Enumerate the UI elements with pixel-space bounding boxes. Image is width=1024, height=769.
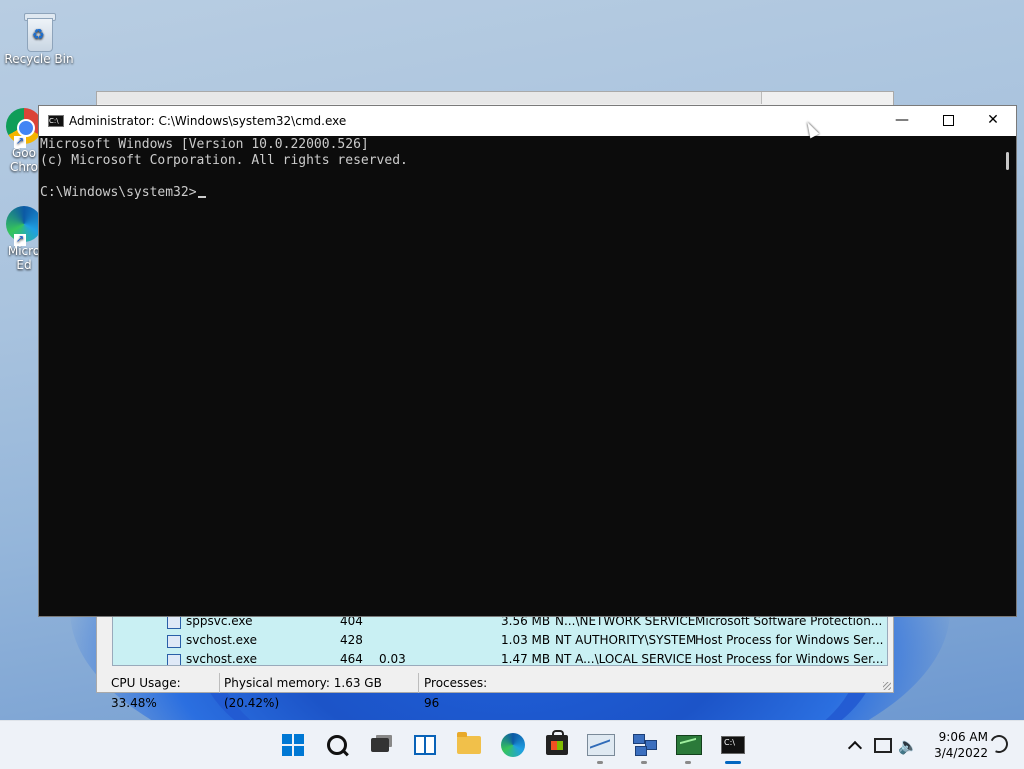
widgets-button[interactable]	[407, 727, 443, 763]
process-pid-cell: 464	[340, 652, 363, 666]
console-line: Microsoft Windows [Version 10.0.22000.52…	[40, 137, 369, 152]
speaker-icon: 🔈	[898, 735, 918, 755]
network-app-button[interactable]	[627, 727, 663, 764]
console-prompt-line[interactable]: C:\Windows\system32>	[40, 185, 998, 201]
status-bar: CPU Usage: 33.48% Physical memory: 1.63 …	[109, 673, 889, 710]
edge-taskbar-button[interactable]	[495, 727, 531, 763]
close-button[interactable]: ✕	[970, 106, 1016, 136]
physical-memory-status: Physical memory: 1.63 GB (20.42%)	[222, 673, 419, 710]
process-icon	[167, 616, 181, 629]
cmd-window[interactable]: C:\ Administrator: C:\Windows\system32\c…	[38, 105, 1017, 617]
clock-date: 3/4/2022	[934, 746, 988, 760]
process-user-cell: NT A...\LOCAL SERVICE	[555, 652, 692, 666]
process-pid-cell: 428	[340, 633, 363, 647]
recycle-bin-label: Recycle Bin	[4, 52, 74, 66]
clock[interactable]: 9:06 AM 3/4/2022	[924, 729, 988, 761]
close-icon: ✕	[987, 112, 999, 128]
network-computers-icon	[633, 734, 657, 756]
running-indicator	[597, 761, 603, 764]
show-hidden-icons-button[interactable]	[846, 721, 862, 769]
process-memory-cell: 1.03 MB	[501, 633, 551, 647]
running-indicator	[641, 761, 647, 764]
focus-assist-icon[interactable]	[987, 732, 1011, 756]
folder-icon	[457, 732, 481, 754]
cmd-window-title: Administrator: C:\Windows\system32\cmd.e…	[69, 114, 347, 128]
text-cursor	[197, 196, 206, 198]
shortcut-arrow-icon: ↗	[14, 136, 26, 148]
process-user-cell: NT AUTHORITY\SYSTEM	[555, 633, 697, 647]
cmd-taskbar-button[interactable]: C:\	[715, 727, 751, 764]
recycle-bin-shortcut[interactable]: ♻ Recycle Bin	[4, 10, 74, 66]
windows-logo-icon	[282, 734, 304, 756]
process-description-cell: Host Process for Windows Ser...	[695, 652, 884, 666]
minimize-icon: —	[895, 112, 909, 128]
store-button[interactable]	[539, 727, 575, 763]
minimize-button[interactable]: —	[879, 106, 925, 136]
performance-monitor-icon	[587, 734, 615, 756]
scrollbar-thumb[interactable]	[1006, 152, 1009, 170]
console-output[interactable]: Microsoft Windows [Version 10.0.22000.52…	[40, 136, 998, 615]
cmd-icon: C:\	[721, 736, 745, 754]
clock-time: 9:06 AM	[938, 730, 988, 744]
start-button[interactable]	[275, 727, 311, 763]
task-manager-tab-strip	[97, 92, 762, 104]
taskbar: C:\ 🔈 9:06 AM 3/4/2022	[0, 720, 1024, 769]
process-description-cell: Host Process for Windows Ser...	[695, 633, 884, 647]
resize-grip[interactable]	[883, 682, 891, 690]
console-prompt: C:\Windows\system32>	[40, 185, 197, 200]
task-view-icon	[371, 738, 389, 752]
console-scrollbar[interactable]	[999, 136, 1016, 615]
desktop: ♻ Recycle Bin ↗ Goo Chro ↗ Micro Ed spps…	[0, 0, 1024, 720]
processes-status: Processes: 96	[424, 676, 488, 710]
table-row[interactable]: svchost.exe 428 1.03 MB NT AUTHORITY\SYSTEM…	[113, 631, 887, 650]
table-row[interactable]: svchost.exe 464 0.03 1.47 MB NT A...\LOCAL S…	[113, 650, 887, 666]
network-status-button[interactable]	[874, 721, 892, 769]
store-icon	[546, 730, 568, 755]
shortcut-arrow-icon: ↗	[14, 234, 26, 246]
process-icon	[167, 654, 181, 665]
task-view-button[interactable]	[362, 727, 398, 763]
cmd-app-icon[interactable]: C:\	[48, 115, 64, 127]
performance-monitor-button[interactable]	[583, 727, 619, 764]
active-indicator	[725, 761, 741, 764]
widgets-icon	[414, 735, 436, 755]
process-list[interactable]: sppsvc.exe 404 3.56 MB N...\NETWORK SERVICE…	[112, 612, 888, 666]
process-memory-cell: 1.47 MB	[501, 652, 551, 666]
console-line: (c) Microsoft Corporation. All rights re…	[40, 153, 408, 168]
cmd-title-bar[interactable]: C:\ Administrator: C:\Windows\system32\c…	[39, 106, 1016, 136]
running-indicator	[685, 761, 691, 764]
file-explorer-button[interactable]	[451, 727, 487, 763]
process-name-cell: svchost.exe	[186, 633, 257, 647]
volume-button[interactable]: 🔈	[898, 721, 918, 769]
maximize-button[interactable]	[925, 106, 971, 136]
task-manager-icon	[676, 735, 702, 755]
search-icon	[327, 735, 347, 755]
network-icon	[874, 737, 892, 753]
task-manager-taskbar-button[interactable]	[671, 727, 707, 764]
recycle-bin-icon: ♻	[22, 10, 56, 52]
process-icon	[167, 635, 181, 648]
process-name-cell: svchost.exe	[186, 652, 257, 666]
search-button[interactable]	[319, 727, 355, 763]
edge-icon	[501, 733, 525, 757]
process-cpu-cell: 0.03	[379, 652, 406, 666]
maximize-icon	[942, 114, 954, 126]
cpu-usage-status: CPU Usage: 33.48%	[109, 673, 220, 710]
